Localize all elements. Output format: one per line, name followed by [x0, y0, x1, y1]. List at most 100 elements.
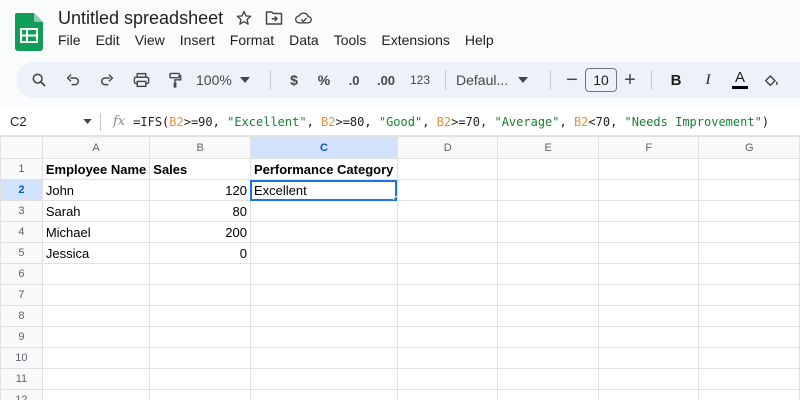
- cell-a2[interactable]: John: [41, 179, 151, 201]
- cell-f11[interactable]: [597, 368, 700, 390]
- menu-help[interactable]: Help: [465, 32, 494, 48]
- increase-font-size-button[interactable]: +: [617, 66, 643, 94]
- cell-e8[interactable]: [497, 305, 599, 327]
- cell-f7[interactable]: [597, 284, 700, 306]
- fill-color-icon[interactable]: [756, 66, 786, 94]
- cell-c3[interactable]: [249, 200, 398, 222]
- cell-c7[interactable]: [249, 284, 398, 306]
- cell-d11[interactable]: [396, 368, 499, 390]
- column-header-e[interactable]: E: [497, 136, 599, 159]
- cell-c9[interactable]: [249, 326, 398, 348]
- cell-f4[interactable]: [597, 221, 700, 243]
- star-icon[interactable]: [235, 9, 253, 27]
- cell-f1[interactable]: [597, 158, 700, 180]
- cell-d7[interactable]: [396, 284, 499, 306]
- row-header[interactable]: 7: [0, 284, 43, 306]
- cell-f3[interactable]: [597, 200, 700, 222]
- menu-insert[interactable]: Insert: [180, 32, 215, 48]
- cell-b6[interactable]: [149, 263, 251, 285]
- name-box[interactable]: C2: [0, 108, 100, 136]
- cell-e5[interactable]: [497, 242, 599, 264]
- cell-e9[interactable]: [497, 326, 599, 348]
- cell-b12[interactable]: [149, 389, 251, 400]
- search-icon[interactable]: [22, 66, 56, 94]
- bold-button[interactable]: B: [660, 66, 692, 94]
- cell-b9[interactable]: [149, 326, 251, 348]
- cell-e7[interactable]: [497, 284, 599, 306]
- fill-handle[interactable]: [392, 196, 397, 200]
- cell-c12[interactable]: [249, 389, 398, 400]
- formula-input[interactable]: =IFS(B2>=90, "Excellent", B2>=80, "Good"…: [133, 115, 769, 129]
- row-header[interactable]: 11: [0, 368, 43, 390]
- document-title[interactable]: Untitled spreadsheet: [58, 8, 223, 29]
- cloud-status-icon[interactable]: [295, 9, 313, 27]
- cell-f5[interactable]: [597, 242, 700, 264]
- paint-format-icon[interactable]: [158, 66, 192, 94]
- column-header-f[interactable]: F: [597, 136, 700, 159]
- menu-edit[interactable]: Edit: [96, 32, 120, 48]
- cell-a12[interactable]: [41, 389, 151, 400]
- cell-d8[interactable]: [396, 305, 499, 327]
- menu-file[interactable]: File: [58, 32, 81, 48]
- cell-g12[interactable]: [698, 389, 800, 400]
- cell-d6[interactable]: [396, 263, 499, 285]
- cell-c6[interactable]: [249, 263, 398, 285]
- cell-b1[interactable]: Sales: [149, 158, 251, 180]
- column-header-b[interactable]: B: [149, 136, 251, 159]
- cell-a6[interactable]: [41, 263, 151, 285]
- cell-g9[interactable]: [698, 326, 800, 348]
- zoom-select[interactable]: 100%: [192, 66, 262, 94]
- cell-g5[interactable]: [698, 242, 800, 264]
- column-header-g[interactable]: G: [698, 136, 800, 159]
- row-header[interactable]: 8: [0, 305, 43, 327]
- percent-format-button[interactable]: %: [309, 66, 339, 94]
- cell-d5[interactable]: [396, 242, 499, 264]
- cell-c8[interactable]: [249, 305, 398, 327]
- cell-g2[interactable]: [698, 179, 800, 201]
- cell-c10[interactable]: [249, 347, 398, 369]
- column-header-c[interactable]: C: [249, 136, 398, 159]
- cell-d12[interactable]: [396, 389, 499, 400]
- sheets-logo-icon[interactable]: [15, 13, 43, 51]
- number-format-button[interactable]: 123: [403, 66, 437, 94]
- print-icon[interactable]: [124, 66, 158, 94]
- cell-g11[interactable]: [698, 368, 800, 390]
- italic-button[interactable]: I: [692, 66, 724, 94]
- cell-b3[interactable]: 80: [149, 200, 251, 222]
- row-header[interactable]: 1: [0, 158, 43, 180]
- cell-a1[interactable]: Employee Name: [41, 158, 151, 180]
- cell-f10[interactable]: [597, 347, 700, 369]
- cell-e1[interactable]: [497, 158, 599, 180]
- cell-a9[interactable]: [41, 326, 151, 348]
- cell-b11[interactable]: [149, 368, 251, 390]
- menu-tools[interactable]: Tools: [334, 32, 367, 48]
- cell-f2[interactable]: [597, 179, 700, 201]
- text-color-button[interactable]: A: [724, 66, 756, 94]
- decrease-decimal-button[interactable]: .0: [339, 66, 369, 94]
- menu-extensions[interactable]: Extensions: [381, 32, 449, 48]
- cell-b8[interactable]: [149, 305, 251, 327]
- increase-decimal-button[interactable]: .00: [369, 66, 403, 94]
- redo-icon[interactable]: [90, 66, 124, 94]
- cell-g1[interactable]: [698, 158, 800, 180]
- undo-icon[interactable]: [56, 66, 90, 94]
- menu-view[interactable]: View: [135, 32, 165, 48]
- cell-f8[interactable]: [597, 305, 700, 327]
- cell-e11[interactable]: [497, 368, 599, 390]
- cell-c4[interactable]: [249, 221, 398, 243]
- cell-f9[interactable]: [597, 326, 700, 348]
- cell-d3[interactable]: [396, 200, 499, 222]
- cell-b10[interactable]: [149, 347, 251, 369]
- cell-g6[interactable]: [698, 263, 800, 285]
- cell-e12[interactable]: [497, 389, 599, 400]
- cell-e4[interactable]: [497, 221, 599, 243]
- cell-g3[interactable]: [698, 200, 800, 222]
- cell-d9[interactable]: [396, 326, 499, 348]
- row-header[interactable]: 4: [0, 221, 43, 243]
- select-all-corner[interactable]: [0, 136, 43, 159]
- cell-d10[interactable]: [396, 347, 499, 369]
- cell-a10[interactable]: [41, 347, 151, 369]
- move-folder-icon[interactable]: [265, 9, 283, 27]
- cell-a5[interactable]: Jessica: [41, 242, 151, 264]
- cell-a4[interactable]: Michael: [41, 221, 151, 243]
